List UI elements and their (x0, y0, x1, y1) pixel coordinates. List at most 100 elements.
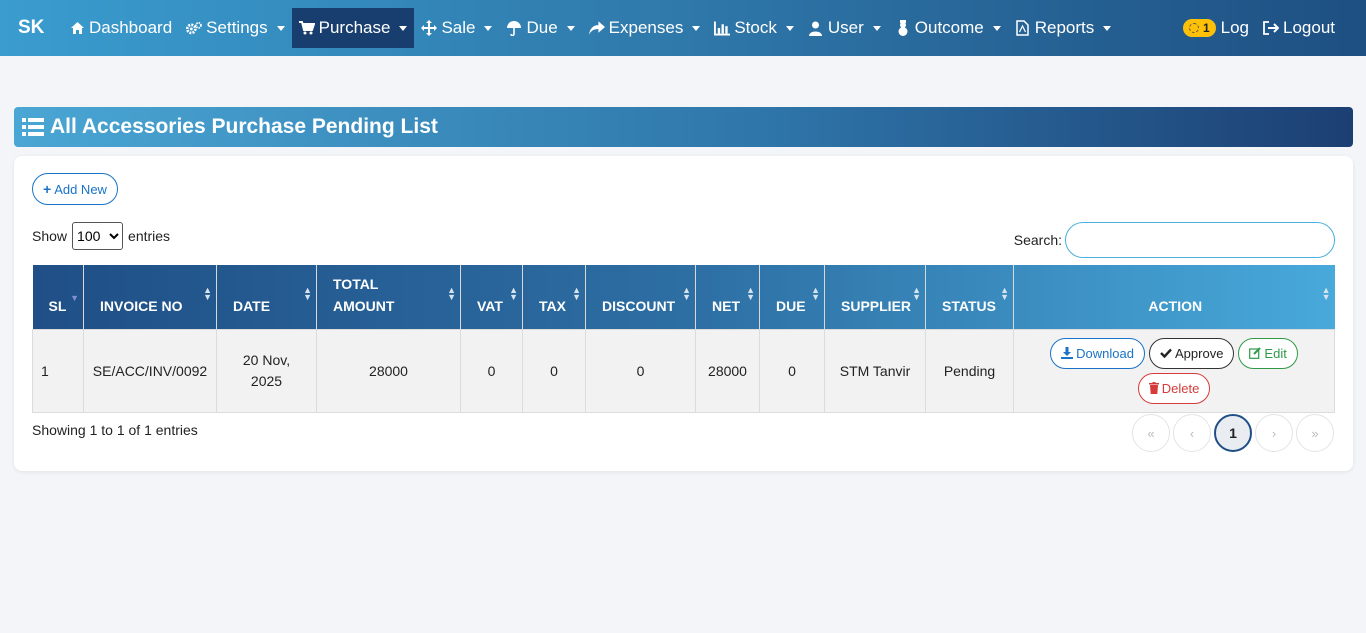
nav-label: Log (1220, 18, 1249, 37)
action-buttons: Download Approve Edit Delete (1022, 330, 1326, 412)
list-icon (22, 118, 44, 136)
umbrella-icon (506, 20, 522, 36)
plus-icon: + (43, 181, 52, 197)
page-first-button[interactable]: « (1132, 414, 1170, 452)
nav-outcome[interactable]: Outcome (888, 8, 1008, 48)
cell-tax: 0 (522, 328, 586, 413)
cell-discount: 0 (585, 328, 696, 413)
gears-icon (186, 20, 202, 36)
nav-dashboard[interactable]: Dashboard (62, 8, 179, 48)
sort-icon: ▲ ▼ (303, 285, 312, 302)
move-icon (421, 20, 438, 36)
entries-label: entries (128, 228, 171, 244)
col-label: DISCOUNT (602, 297, 676, 314)
table-header-row: SL ▼ INVOICE NO ▲ ▼ DATE ▲ ▼ TOTAL AMOUNT ▲ ▼ V… (32, 265, 1335, 329)
download-icon (1061, 347, 1074, 359)
cart-icon (298, 20, 315, 36)
logout-icon (1263, 20, 1279, 36)
download-button[interactable]: Download (1050, 337, 1145, 369)
nav-stock[interactable]: Stock (707, 8, 801, 48)
approve-label: Approve (1175, 345, 1224, 361)
col-sl[interactable]: SL ▼ (32, 265, 84, 329)
col-discount[interactable]: DISCOUNT ▲ ▼ (585, 265, 696, 329)
nav-label: Logout (1283, 18, 1335, 37)
nav-user[interactable]: User (801, 8, 888, 48)
col-label: NET (712, 297, 740, 314)
brand-logo[interactable]: SK (18, 17, 62, 39)
table-row: 1 SE/ACC/INV/0092 20 Nov, 2025 28000 0 0… (32, 328, 1335, 413)
sort-icon: ▲ ▼ (203, 285, 212, 302)
snowman-icon (895, 20, 911, 36)
sort-icon: ▲ ▼ (1000, 285, 1010, 302)
download-label: Download (1076, 345, 1134, 361)
col-vat[interactable]: VAT ▲ ▼ (460, 265, 523, 329)
nav-purchase[interactable]: Purchase (291, 8, 415, 48)
add-new-button[interactable]: + Add New (32, 173, 118, 205)
caret-down-icon (566, 25, 575, 31)
delete-label: Delete (1161, 380, 1200, 396)
nav-expenses[interactable]: Expenses (582, 8, 708, 48)
col-date[interactable]: DATE ▲ ▼ (216, 265, 317, 329)
pdf-file-icon (1015, 20, 1031, 36)
col-label: SL (48, 297, 67, 314)
entries-select[interactable]: 100 (72, 222, 124, 250)
pagination: « ‹ 1 › » (1132, 414, 1334, 452)
cell-total: 28000 (316, 328, 461, 413)
trash-icon (1148, 382, 1159, 394)
col-supplier[interactable]: SUPPLIER ▲ ▼ (824, 265, 927, 329)
entries-length: Show 100 entries (32, 222, 170, 250)
bar-chart-icon (714, 20, 731, 36)
nav-sale[interactable]: Sale (414, 8, 499, 48)
page-last-button[interactable]: » (1296, 414, 1334, 452)
approve-button[interactable]: Approve (1149, 337, 1235, 369)
cell-action: Download Approve Edit Delete (1013, 328, 1335, 413)
search-label: Search: (1013, 232, 1062, 248)
nav-right: 1 Log Logout (1176, 8, 1342, 48)
nav-reports[interactable]: Reports (1008, 8, 1119, 48)
caret-down-icon (992, 25, 1001, 31)
col-action[interactable]: ACTION ▲ ▼ (1014, 265, 1335, 329)
delete-button[interactable]: Delete (1137, 372, 1211, 404)
caret-down-icon (872, 25, 881, 31)
caret-down-icon (785, 25, 794, 31)
col-label: ACTION (1148, 297, 1203, 314)
nav-label: Outcome (914, 18, 984, 37)
nav-label: User (827, 18, 864, 37)
col-net[interactable]: NET ▲ ▼ (695, 265, 760, 329)
add-new-label: Add New (54, 181, 107, 197)
user-icon (808, 20, 824, 36)
col-label: VAT (477, 297, 503, 314)
nav-settings[interactable]: Settings (179, 8, 291, 48)
nav-log[interactable]: 1 Log (1176, 8, 1256, 48)
sort-icon: ▲ ▼ (447, 285, 456, 302)
page-prev-button[interactable]: ‹ (1173, 414, 1211, 452)
edit-icon (1249, 347, 1262, 359)
nav-due[interactable]: Due (499, 8, 581, 48)
share-icon (588, 20, 605, 36)
caret-down-icon (1103, 25, 1112, 31)
page-next-button[interactable]: › (1255, 414, 1293, 452)
sort-icon: ▲ ▼ (811, 285, 820, 302)
nav-label: Purchase (318, 18, 391, 37)
col-label: STATUS (942, 297, 996, 314)
col-tax[interactable]: TAX ▲ ▼ (522, 265, 586, 329)
col-label: TOTAL AMOUNT (333, 275, 395, 314)
nav-label: Sale (441, 18, 476, 37)
top-navbar: SK Dashboard Settings Purchase Sale Due … (0, 0, 1366, 56)
col-invoice[interactable]: INVOICE NO ▲ ▼ (83, 265, 217, 329)
nav-logout[interactable]: Logout (1256, 8, 1342, 48)
col-due[interactable]: DUE ▲ ▼ (759, 265, 825, 329)
cell-status: Pending (925, 328, 1015, 413)
edit-button[interactable]: Edit (1238, 337, 1298, 369)
page-title: All Accessories Purchase Pending List (50, 115, 438, 138)
cell-supplier: STM Tanvir (823, 328, 927, 413)
col-status[interactable]: STATUS ▲ ▼ (925, 265, 1015, 329)
edit-label: Edit (1264, 345, 1287, 361)
col-total-amount[interactable]: TOTAL AMOUNT ▲ ▼ (316, 265, 461, 329)
search-input[interactable] (1065, 222, 1335, 258)
sort-icon: ▲ ▼ (1321, 285, 1331, 302)
page-header: All Accessories Purchase Pending List (14, 107, 1353, 147)
purchase-table: SL ▼ INVOICE NO ▲ ▼ DATE ▲ ▼ TOTAL AMOUNT ▲ ▼ V… (32, 265, 1335, 413)
page-1-button[interactable]: 1 (1214, 414, 1252, 452)
spinner-icon (1188, 23, 1199, 33)
